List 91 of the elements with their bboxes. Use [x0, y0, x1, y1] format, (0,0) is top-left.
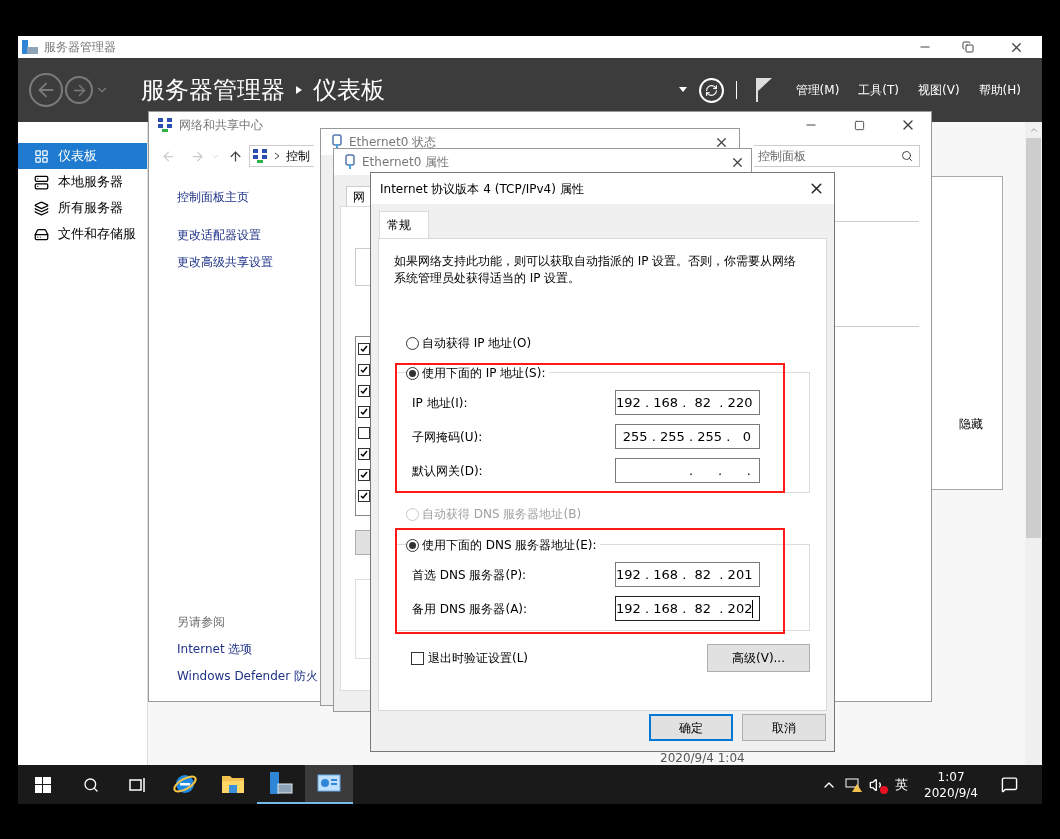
window-title: 服务器管理器: [44, 39, 116, 56]
radio-label: 使用下面的 IP 地址(S):: [422, 365, 546, 382]
restore-icon[interactable]: [962, 41, 974, 53]
radio-label: 使用下面的 DNS 服务器地址(E):: [422, 537, 597, 554]
checkbox[interactable]: [358, 448, 370, 460]
checkbox[interactable]: [358, 343, 370, 355]
task-view-icon[interactable]: [129, 776, 147, 793]
menu-item[interactable]: 视图(V): [918, 81, 960, 99]
windows-logo-icon[interactable]: [35, 776, 51, 793]
checkbox[interactable]: [358, 469, 370, 481]
field-label: IP 地址(I):: [411, 394, 469, 412]
taskbar-app-button[interactable]: [305, 765, 353, 804]
task-link[interactable]: 控制面板主页: [177, 188, 321, 206]
menu-item[interactable]: 管理(M): [795, 81, 840, 99]
ip-address-field[interactable]: 192 . 168 . 82 . 220: [615, 390, 760, 415]
sidebar-item[interactable]: 所有服务器: [18, 195, 147, 221]
tab[interactable]: 常规: [379, 211, 429, 238]
action-button[interactable]: [355, 530, 371, 555]
maximize-icon[interactable]: [854, 119, 865, 131]
description-text: 如果网络支持此功能，则可以获取自动指派的 IP 设置。否则，你需要从网络系统管理员处获得适当的 IP 设置。: [393, 253, 798, 287]
checkbox[interactable]: [411, 651, 424, 665]
notification-icon[interactable]: [1001, 776, 1018, 793]
task-link[interactable]: Windows Defender 防火: [177, 667, 321, 685]
dialog-button[interactable]: 确定: [649, 714, 733, 741]
window-title: 网络和共享中心: [179, 117, 263, 134]
ip-address-field[interactable]: 192 . 168 . 82 . 201: [615, 562, 760, 587]
network-adapter-icon: [331, 134, 343, 150]
app-icon: [22, 40, 38, 54]
window-title: Ethernet0 状态: [349, 134, 437, 151]
checkbox[interactable]: [358, 385, 370, 397]
network-warning-icon[interactable]: [845, 776, 864, 793]
checkbox[interactable]: [358, 427, 370, 439]
radio-label: 自动获得 IP 地址(O): [422, 335, 532, 352]
window-title: Ethernet0 属性: [362, 154, 450, 171]
server-icon: [34, 174, 49, 190]
address-bar[interactable]: 控制: [249, 145, 314, 167]
input-method-indicator[interactable]: 英: [895, 774, 909, 795]
hide-link[interactable]: 隐藏: [959, 415, 983, 433]
field-label: 首选 DNS 服务器(P):: [411, 566, 528, 584]
task-link[interactable]: 更改适配器设置: [177, 226, 321, 244]
tab[interactable]: 网: [346, 186, 372, 206]
radio-button[interactable]: [406, 336, 419, 350]
server-manager-icon: [268, 770, 294, 797]
network-adapter-icon: [344, 154, 356, 170]
checkbox[interactable]: [358, 364, 370, 376]
ip-address-field[interactable]: 192 . 168 . 82 . 202: [615, 596, 760, 621]
chevron-icon: [274, 152, 280, 160]
control-panel-icon: [317, 773, 341, 794]
task-link[interactable]: Internet 选项: [177, 640, 321, 658]
page-heading: 服务器管理器: [141, 75, 285, 106]
checkbox[interactable]: [358, 490, 370, 502]
refresh-icon: [704, 83, 718, 97]
menu-item[interactable]: 帮助(H): [978, 81, 1021, 99]
radio-button[interactable]: [406, 366, 419, 380]
back-button[interactable]: [29, 73, 63, 107]
timestamp: 2020/9/4 1:04: [660, 752, 746, 765]
radio-button[interactable]: [406, 538, 419, 552]
radio-label: 自动获得 DNS 服务器地址(B): [422, 506, 582, 523]
breadcrumb-arrow-icon: [295, 85, 303, 95]
flag-icon[interactable]: [754, 77, 773, 103]
field-label: 默认网关(D):: [411, 462, 484, 480]
field-label: 备用 DNS 服务器(A):: [411, 600, 529, 618]
ip-address-field[interactable]: . . .: [615, 458, 760, 483]
storage-icon: [34, 226, 49, 242]
up-button[interactable]: [228, 148, 243, 164]
dashboard-icon: [34, 148, 49, 164]
window-title: Internet 协议版本 4 (TCP/IPv4) 属性: [380, 180, 584, 198]
scrollbar[interactable]: [1025, 122, 1042, 765]
search-field[interactable]: 控制面板: [754, 145, 920, 167]
network-icon: [157, 117, 173, 133]
refresh-button[interactable]: [698, 77, 724, 103]
task-link[interactable]: 更改高级共享设置: [177, 253, 321, 271]
page-heading: 仪表板: [313, 75, 385, 106]
forward-button[interactable]: [65, 76, 93, 104]
servers-icon: [34, 200, 49, 216]
field-label: 子网掩码(U):: [411, 428, 484, 446]
section-heading: 另请参阅: [177, 614, 226, 631]
menu-item[interactable]: 工具(T): [858, 81, 900, 99]
caret-icon[interactable]: [678, 87, 687, 93]
ip-address-field[interactable]: 255 . 255 . 255 . 0: [615, 424, 760, 449]
sidebar-item[interactable]: 文件和存储服: [18, 221, 147, 247]
dialog-button[interactable]: 取消: [742, 714, 826, 741]
checkbox[interactable]: [358, 406, 370, 418]
volume-muted-icon[interactable]: [869, 776, 886, 793]
network-icon: [252, 148, 268, 164]
checkbox-label: 退出时验证设置(L): [428, 650, 529, 667]
sidebar-item[interactable]: 本地服务器: [18, 169, 147, 195]
clock[interactable]: 1:07 2020/9/4: [924, 768, 978, 801]
advanced-button[interactable]: 高级(V)...: [707, 644, 810, 672]
sidebar-item[interactable]: 仪表板: [18, 143, 147, 169]
search-icon[interactable]: [83, 776, 99, 793]
